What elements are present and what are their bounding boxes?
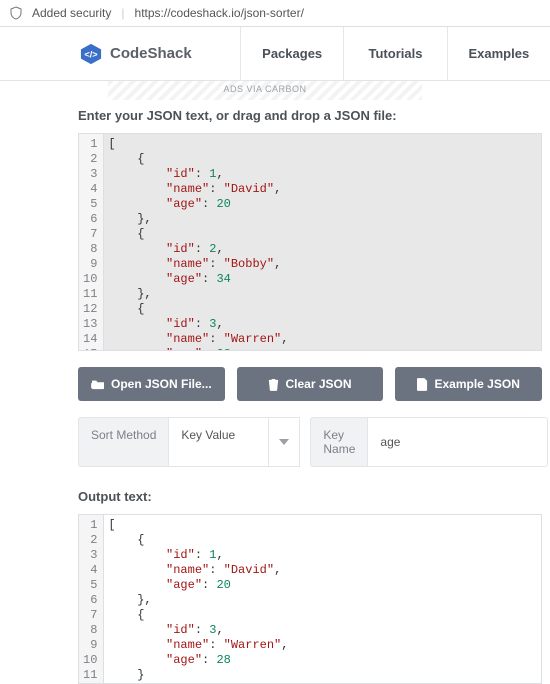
sort-method-control: Sort Method Key Value (78, 417, 300, 467)
output-code-body: [ { "id": 1, "name": "David", "age": 20 … (104, 515, 541, 683)
json-input-editor[interactable]: 123456789101112131415 [ { "id": 1, "name… (78, 133, 542, 351)
file-icon (417, 378, 428, 391)
output-label: Output text: (78, 489, 542, 504)
output-line-gutter: 1234567891011 (79, 515, 104, 683)
example-json-button[interactable]: Example JSON (395, 367, 542, 401)
divider: | (121, 6, 124, 20)
clear-label: Clear JSON (285, 377, 351, 391)
example-label: Example JSON (434, 377, 519, 391)
input-code-body[interactable]: [ { "id": 1, "name": "David", "age": 20 … (104, 134, 541, 350)
nav-examples[interactable]: Examples (447, 27, 550, 80)
brand-logo-icon: </> (80, 43, 102, 65)
key-name-label: Key Name (310, 417, 367, 467)
sort-controls-row: Sort Method Key Value Key Name (78, 417, 542, 467)
folder-open-icon (91, 378, 105, 390)
browser-address-bar: Added security | https://codeshack.io/js… (0, 0, 550, 27)
open-label: Open JSON File... (111, 377, 212, 391)
action-button-row: Open JSON File... Clear JSON Example JSO… (78, 367, 542, 401)
trash-icon (268, 378, 279, 391)
key-name-control: Key Name (310, 417, 548, 467)
top-nav: </> CodeShack Packages Tutorials Example… (0, 27, 550, 81)
brand[interactable]: </> CodeShack (0, 27, 240, 80)
shield-icon (10, 6, 22, 20)
nav-tutorials[interactable]: Tutorials (343, 27, 446, 80)
chevron-down-icon[interactable] (268, 417, 300, 467)
open-json-file-button[interactable]: Open JSON File... (78, 367, 225, 401)
sort-method-select[interactable]: Key Value (168, 417, 268, 467)
sort-method-label: Sort Method (78, 417, 168, 467)
input-prompt: Enter your JSON text, or drag and drop a… (78, 108, 542, 123)
url-text[interactable]: https://codeshack.io/json-sorter/ (135, 6, 304, 20)
security-status: Added security (32, 6, 111, 20)
ads-banner[interactable]: ADS VIA CARBON (108, 81, 422, 100)
key-name-input[interactable] (367, 417, 548, 467)
clear-json-button[interactable]: Clear JSON (237, 367, 384, 401)
brand-name: CodeShack (110, 45, 192, 62)
input-line-gutter: 123456789101112131415 (79, 134, 104, 350)
nav-packages[interactable]: Packages (240, 27, 343, 80)
svg-text:</>: </> (84, 49, 97, 59)
